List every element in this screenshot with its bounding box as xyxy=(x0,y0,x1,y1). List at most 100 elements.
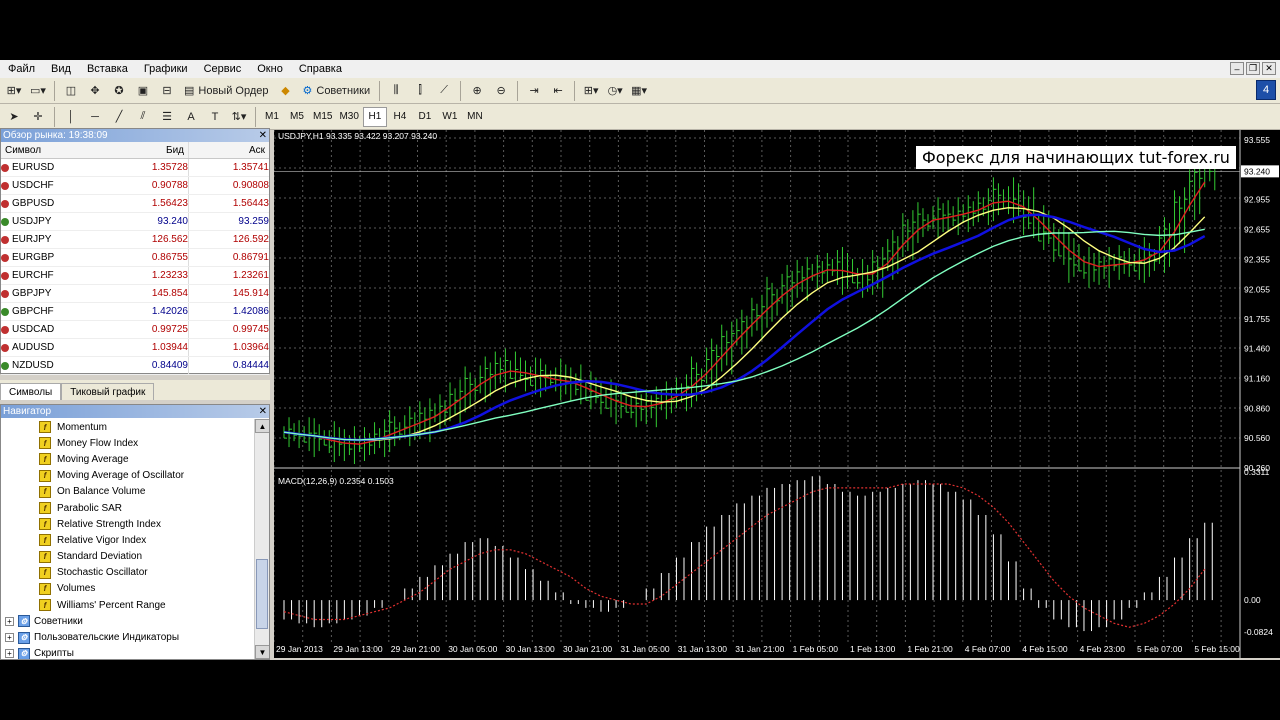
table-row[interactable]: USDCAD 0.99725 0.99745 xyxy=(1,321,269,339)
terminal-icon[interactable]: ▣ xyxy=(132,80,154,102)
timeframe-m5[interactable]: M5 xyxy=(285,107,309,127)
cursor-icon[interactable]: ➤ xyxy=(3,106,25,128)
navigator-indicator[interactable]: f Stochastic Oscillator xyxy=(1,565,255,581)
timeframe-d1[interactable]: D1 xyxy=(413,107,437,127)
menu-item-0[interactable]: Файл xyxy=(0,60,43,78)
navigator-indicator[interactable]: f On Balance Volume xyxy=(1,484,255,500)
table-row[interactable]: GBPJPY 145.854 145.914 xyxy=(1,285,269,303)
zoom-in-icon[interactable]: ⊕ xyxy=(466,80,488,102)
timeframe-mn[interactable]: MN xyxy=(463,107,487,127)
indicators-icon[interactable]: ⊞▾ xyxy=(580,80,602,102)
candlestick-icon[interactable]: ⫿ xyxy=(409,80,431,102)
bar-chart-icon[interactable]: ⫼ xyxy=(385,80,407,102)
table-row[interactable]: NZDUSD 0.84409 0.84444 xyxy=(1,357,269,375)
macd-label: 0.3311 xyxy=(1244,467,1270,477)
timeframe-h1[interactable]: H1 xyxy=(362,106,387,127)
scroll-up-icon[interactable]: ▲ xyxy=(255,419,269,433)
table-row[interactable]: EURJPY 126.562 126.592 xyxy=(1,231,269,249)
table-row[interactable]: EURCHF 1.23233 1.23261 xyxy=(1,267,269,285)
text-icon[interactable]: A xyxy=(180,106,202,128)
auto-scroll-icon[interactable]: ⇥ xyxy=(523,80,545,102)
line-chart-icon[interactable]: ⟋ xyxy=(433,80,455,102)
table-row[interactable]: GBPUSD 1.56423 1.56443 xyxy=(1,195,269,213)
navigator-indicator[interactable]: f Williams' Percent Range xyxy=(1,597,255,613)
text-label-icon[interactable]: T xyxy=(204,106,226,128)
trendline-icon[interactable]: ╱ xyxy=(108,106,130,128)
price-label: 92.355 xyxy=(1244,254,1270,264)
new-order-button[interactable]: ▤ Новый Ордер xyxy=(180,80,273,102)
indicator-icon: f xyxy=(39,485,51,498)
experts-button[interactable]: ⚙ Советники xyxy=(299,80,375,102)
data-window-icon[interactable]: ✥ xyxy=(84,80,106,102)
metaeditor-icon[interactable]: ◆ xyxy=(275,80,297,102)
vertical-line-icon[interactable]: │ xyxy=(60,106,82,128)
horizontal-line-icon[interactable]: ─ xyxy=(84,106,106,128)
timeframe-m1[interactable]: M1 xyxy=(260,107,284,127)
navigator-scrollbar[interactable]: ▲ ▼ xyxy=(254,419,269,659)
tab-1[interactable]: Тиковый график xyxy=(61,383,155,400)
menu-item-4[interactable]: Сервис xyxy=(196,60,250,78)
symbol-name: USDCHF xyxy=(12,179,54,191)
menu-item-5[interactable]: Окно xyxy=(249,60,291,78)
expand-icon[interactable]: + xyxy=(5,616,14,626)
col-symbol[interactable]: Символ xyxy=(1,142,111,158)
profiles-icon[interactable]: ▭▾ xyxy=(27,80,49,102)
navigator-indicator[interactable]: f Parabolic SAR xyxy=(1,500,255,516)
menu-item-1[interactable]: Вид xyxy=(43,60,79,78)
navigator-indicator[interactable]: f Money Flow Index xyxy=(1,435,255,451)
arrows-icon[interactable]: ⇅▾ xyxy=(228,106,250,128)
navigator-group[interactable]: + ⚙ Скрипты xyxy=(1,646,255,659)
restore-icon[interactable]: ❐ xyxy=(1246,62,1260,75)
table-row[interactable]: USDJPY 93.240 93.259 xyxy=(1,213,269,231)
new-chart-icon[interactable]: ⊞▾ xyxy=(3,80,25,102)
tester-icon[interactable]: ⊟ xyxy=(156,80,178,102)
market-watch-icon[interactable]: ◫ xyxy=(60,80,82,102)
navigator-group[interactable]: + ⚙ Пользовательские Индикаторы xyxy=(1,629,255,645)
templates-icon[interactable]: ▦▾ xyxy=(628,80,650,102)
channel-icon[interactable]: ⫽ xyxy=(132,106,154,128)
navigator-indicator[interactable]: f Volumes xyxy=(1,581,255,597)
table-row[interactable]: USDCHF 0.90788 0.90808 xyxy=(1,177,269,195)
navigator-indicator[interactable]: f Standard Deviation xyxy=(1,549,255,565)
chart-window[interactable]: 93.555 93.240 92.955 92.655 92.355 92.055 91.7… xyxy=(273,130,1280,658)
tab-0[interactable]: Символы xyxy=(0,383,62,400)
close-icon[interactable]: ✕ xyxy=(1262,62,1276,75)
timeframe-w1[interactable]: W1 xyxy=(438,107,462,127)
navigator-icon[interactable]: ✪ xyxy=(108,80,130,102)
crosshair-icon[interactable]: ✛ xyxy=(27,106,49,128)
navigator-indicator[interactable]: f Relative Vigor Index xyxy=(1,532,255,548)
menu-item-3[interactable]: Графики xyxy=(136,60,196,78)
table-row[interactable]: AUDUSD 1.03944 1.03964 xyxy=(1,339,269,357)
corner-badge[interactable]: 4 xyxy=(1256,80,1276,100)
col-ask[interactable]: Аск xyxy=(189,142,269,158)
table-row[interactable]: EURUSD 1.35728 1.35741 xyxy=(1,159,269,177)
minimize-icon[interactable]: – xyxy=(1230,62,1244,75)
chart-header: USDJPY,H1 93.335 93.422 93.207 93.240 xyxy=(278,131,437,141)
navigator-indicator[interactable]: f Moving Average of Oscillator xyxy=(1,468,255,484)
timeframe-h4[interactable]: H4 xyxy=(388,107,412,127)
timeframe-m15[interactable]: M15 xyxy=(310,107,335,127)
expand-icon[interactable]: + xyxy=(5,633,14,643)
menu-item-6[interactable]: Справка xyxy=(291,60,350,78)
time-label: 31 Jan 21:00 xyxy=(735,644,784,654)
col-bid[interactable]: Бид xyxy=(111,142,189,158)
table-row[interactable]: EURGBP 0.86755 0.86791 xyxy=(1,249,269,267)
folder-icon: ⚙ xyxy=(18,647,30,659)
fibonacci-icon[interactable]: ☰ xyxy=(156,106,178,128)
menu-item-2[interactable]: Вставка xyxy=(79,60,136,78)
chart-canvas[interactable]: 93.555 93.240 92.955 92.655 92.355 92.055 91.7… xyxy=(273,130,1280,658)
navigator-group[interactable]: + ⚙ Советники xyxy=(1,613,255,629)
navigator-indicator[interactable]: f Relative Strength Index xyxy=(1,516,255,532)
navigator-indicator[interactable]: f Momentum xyxy=(1,419,255,435)
timeframe-m30[interactable]: M30 xyxy=(336,107,361,127)
expand-icon[interactable]: + xyxy=(5,649,14,659)
close-icon[interactable]: ✕ xyxy=(259,405,267,418)
scroll-down-icon[interactable]: ▼ xyxy=(255,645,269,659)
scroll-thumb[interactable] xyxy=(256,559,268,629)
table-row[interactable]: GBPCHF 1.42026 1.42086 xyxy=(1,303,269,321)
zoom-out-icon[interactable]: ⊖ xyxy=(490,80,512,102)
close-icon[interactable]: ✕ xyxy=(259,129,267,142)
navigator-indicator[interactable]: f Moving Average xyxy=(1,451,255,467)
periods-icon[interactable]: ◷▾ xyxy=(604,80,626,102)
chart-shift-icon[interactable]: ⇤ xyxy=(547,80,569,102)
